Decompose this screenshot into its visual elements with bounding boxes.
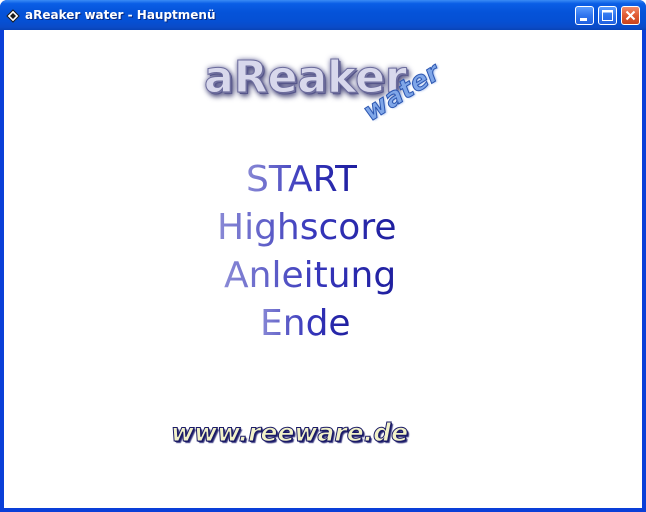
diamond-app-icon[interactable] [6, 8, 20, 23]
maximize-button[interactable] [598, 6, 617, 25]
title-bar[interactable]: aReaker water - Hauptmenü [0, 0, 646, 30]
menu-ende-button[interactable]: Ende [260, 302, 351, 346]
window-title: aReaker water - Hauptmenü [25, 8, 216, 22]
maximize-icon [602, 10, 613, 21]
menu-highscore-button[interactable]: Highscore [217, 206, 396, 250]
website-link[interactable]: www.reeware.de [170, 417, 408, 449]
minimize-button[interactable] [575, 6, 594, 25]
minimize-icon [580, 18, 587, 21]
close-icon [625, 10, 636, 21]
main-menu-canvas: aReaker water START Highscore Anleitung … [4, 30, 642, 508]
app-window: aReaker water - Hauptmenü aReaker water … [0, 0, 646, 512]
menu-start-button[interactable]: START [246, 158, 357, 202]
menu-anleitung-button[interactable]: Anleitung [224, 254, 396, 298]
close-button[interactable] [621, 6, 640, 25]
